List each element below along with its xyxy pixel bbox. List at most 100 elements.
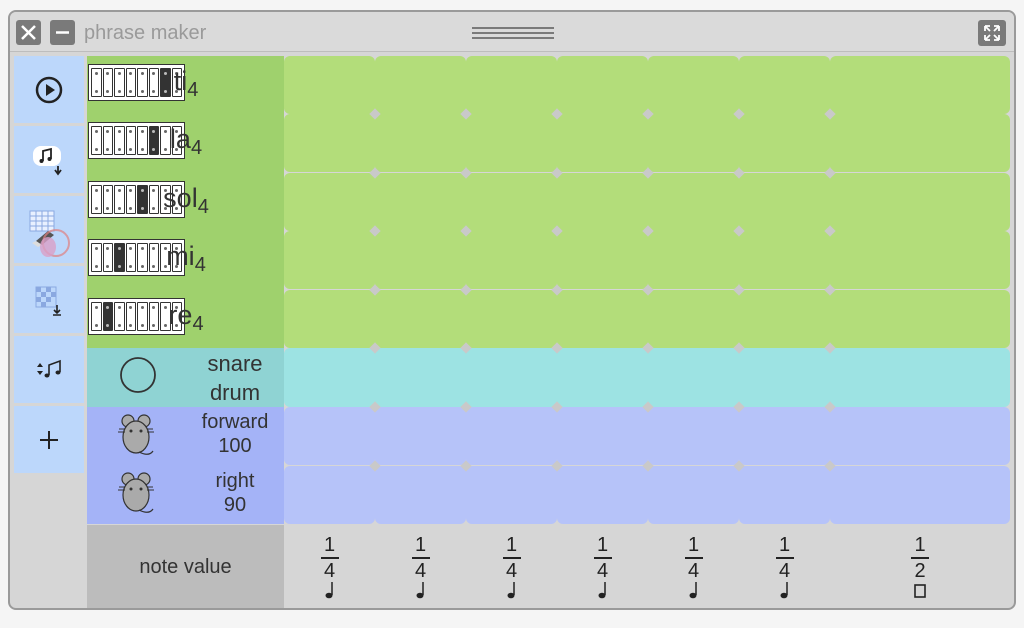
sort-notes-icon	[37, 359, 61, 377]
pitch-cell[interactable]	[557, 231, 648, 289]
mouse-cell[interactable]	[375, 466, 466, 524]
mouse-row-label-right: right 90	[215, 470, 255, 516]
xylophone-bar	[114, 68, 125, 97]
note-value-cell[interactable]: 14	[583, 534, 623, 600]
pitch-cell[interactable]	[830, 290, 1010, 348]
note-value-denominator: 4	[778, 560, 791, 582]
pitch-cell[interactable]	[648, 114, 739, 172]
note-value-cell[interactable]: 14	[492, 534, 532, 600]
mouse-cell[interactable]	[648, 466, 739, 524]
note-value-denominator: 4	[687, 560, 700, 582]
minimize-button[interactable]	[50, 20, 75, 45]
xylophone-bar	[91, 185, 102, 214]
pitch-cell[interactable]	[830, 173, 1010, 231]
title-bar[interactable]: phrase maker	[10, 12, 1014, 52]
mouse-cell[interactable]	[739, 466, 830, 524]
pitch-cell[interactable]	[739, 114, 830, 172]
play-button[interactable]	[14, 56, 84, 123]
pitch-cell[interactable]	[739, 173, 830, 231]
pitch-cell[interactable]	[648, 290, 739, 348]
quarter-note-icon	[689, 582, 697, 599]
xylophone-bar	[125, 185, 136, 214]
phrase-maker-window: phrase maker ti4 la4 sol4 mi4 re4 snare …	[8, 10, 1016, 610]
pitch-cell[interactable]	[739, 290, 830, 348]
pitch-cell[interactable]	[466, 290, 557, 348]
note-value-numerator: 1	[778, 534, 791, 556]
mouse-cell[interactable]	[557, 466, 648, 524]
drum-cell[interactable]	[648, 348, 739, 407]
note-value-cell[interactable]: 14	[674, 534, 714, 600]
note-value-cell[interactable]: 14	[401, 534, 441, 600]
pitch-cell[interactable]	[466, 173, 557, 231]
note-value-cell[interactable]: 12	[900, 534, 940, 600]
pitch-cell[interactable]	[557, 173, 648, 231]
fullscreen-button[interactable]	[978, 20, 1006, 46]
mouse-cell[interactable]	[739, 407, 830, 465]
drum-cell[interactable]	[284, 348, 375, 407]
mouse-cell[interactable]	[466, 466, 557, 524]
pitch-cell[interactable]	[739, 231, 830, 289]
erase-button[interactable]	[14, 196, 84, 263]
pitch-cell[interactable]	[375, 56, 466, 114]
pitch-cell[interactable]	[557, 114, 648, 172]
close-button[interactable]	[16, 20, 41, 45]
quarter-note-icon	[507, 582, 515, 599]
mouse-icon	[118, 472, 154, 513]
pitch-cell[interactable]	[375, 173, 466, 231]
note-value-cell[interactable]: 14	[765, 534, 805, 600]
pitch-cell[interactable]	[557, 290, 648, 348]
mouse-cell[interactable]	[557, 407, 648, 465]
add-row-button[interactable]	[14, 406, 84, 473]
xylophone-bar	[102, 68, 113, 97]
grid-download-icon	[35, 286, 61, 316]
pitch-cell[interactable]	[557, 56, 648, 114]
pitch-cell[interactable]	[375, 231, 466, 289]
pitch-cell[interactable]	[466, 114, 557, 172]
toolbar-sidebar	[14, 56, 84, 476]
pitch-cell[interactable]	[375, 290, 466, 348]
note-value-cell[interactable]: 14	[310, 534, 350, 600]
mouse-cell[interactable]	[284, 407, 375, 465]
xylophone-bar	[102, 302, 113, 331]
sort-button[interactable]	[14, 336, 84, 403]
pitch-cell[interactable]	[648, 231, 739, 289]
drum-cell[interactable]	[557, 348, 648, 407]
note-value-numerator: 1	[414, 534, 427, 556]
minimize-icon	[56, 31, 69, 34]
pitch-row-label: ti4	[173, 66, 199, 101]
drum-cell[interactable]	[375, 348, 466, 407]
pitch-cell[interactable]	[830, 114, 1010, 172]
pitch-cell[interactable]	[284, 231, 375, 289]
drum-cell[interactable]	[739, 348, 830, 407]
pitch-cell[interactable]	[375, 114, 466, 172]
pitch-cell[interactable]	[284, 290, 375, 348]
pitch-cell[interactable]	[830, 231, 1010, 289]
pitch-cell[interactable]	[466, 231, 557, 289]
mouse-cell[interactable]	[648, 407, 739, 465]
mouse-cell[interactable]	[830, 466, 1010, 524]
mouse-cell[interactable]	[375, 407, 466, 465]
eraser-grid-icon	[29, 210, 70, 257]
export-button[interactable]	[14, 266, 84, 333]
pitch-cell[interactable]	[830, 56, 1010, 114]
mouse-cell[interactable]	[830, 407, 1010, 465]
drum-cell[interactable]	[830, 348, 1010, 407]
note-value-denominator: 4	[596, 560, 609, 582]
drag-handle[interactable]	[472, 24, 554, 42]
pitch-cell[interactable]	[284, 114, 375, 172]
pitch-cell[interactable]	[284, 56, 375, 114]
pitch-row-label: mi4	[166, 241, 206, 276]
mouse-cell[interactable]	[466, 407, 557, 465]
pitch-cell[interactable]	[739, 56, 830, 114]
save-button[interactable]	[14, 126, 84, 193]
pitch-cell[interactable]	[466, 56, 557, 114]
note-value-numerator: 1	[596, 534, 609, 556]
note-value-denominator: 4	[323, 560, 336, 582]
pitch-row-label: re4	[168, 300, 204, 335]
pitch-cell[interactable]	[648, 56, 739, 114]
pitch-cell[interactable]	[648, 173, 739, 231]
pitch-cell[interactable]	[284, 173, 375, 231]
drum-cell[interactable]	[466, 348, 557, 407]
note-value-denominator: 2	[914, 560, 926, 582]
mouse-cell[interactable]	[284, 466, 375, 524]
